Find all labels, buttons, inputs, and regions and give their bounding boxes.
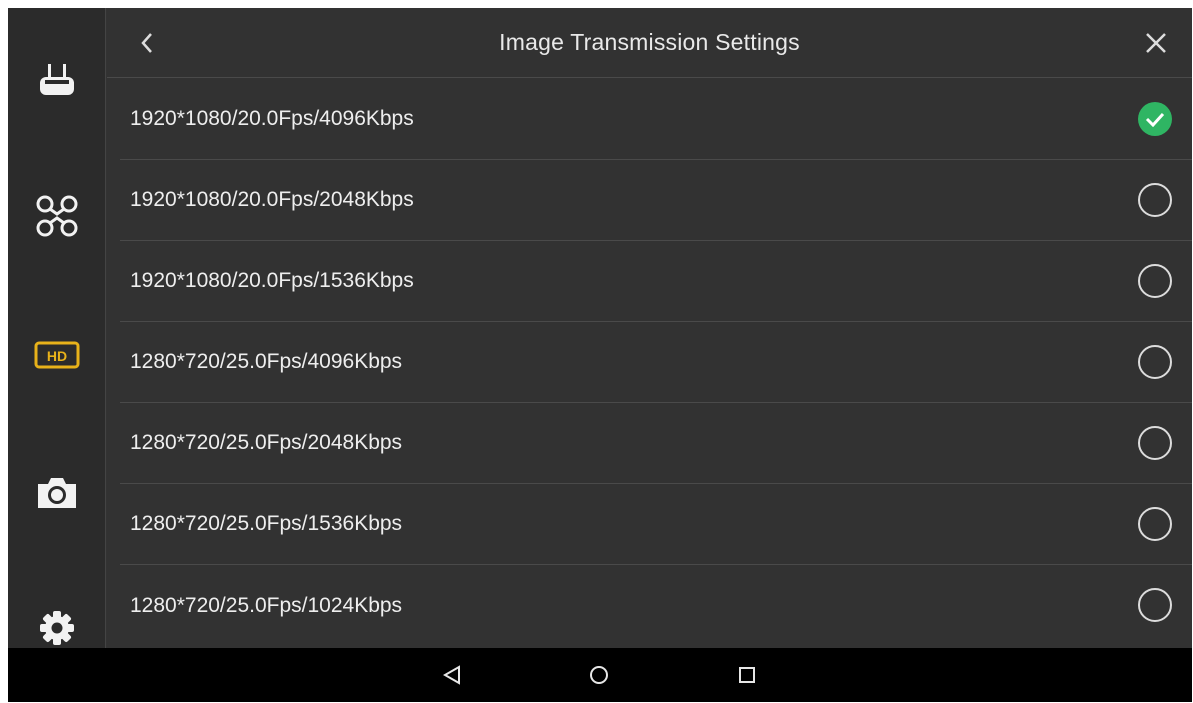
option-row[interactable]: 1280*720/25.0Fps/1536Kbps — [120, 484, 1192, 565]
option-label: 1920*1080/20.0Fps/4096Kbps — [130, 107, 414, 130]
back-triangle-icon — [442, 665, 460, 685]
system-navigation-bar — [8, 648, 1192, 702]
radio-unselected[interactable] — [1138, 183, 1172, 217]
sidebar-item-camera[interactable] — [8, 453, 106, 533]
option-label: 1280*720/25.0Fps/2048Kbps — [130, 431, 403, 454]
settings-panel: Image Transmission Settings 1920*1080/20… — [107, 8, 1192, 648]
close-button[interactable] — [1138, 25, 1174, 61]
option-row[interactable]: 1920*1080/20.0Fps/1536Kbps — [120, 241, 1192, 322]
nav-back-button[interactable] — [434, 658, 470, 692]
radio-unselected[interactable] — [1138, 507, 1172, 541]
radio-unselected[interactable] — [1138, 345, 1172, 379]
option-row[interactable]: 1280*720/25.0Fps/1024Kbps — [120, 565, 1192, 646]
option-row[interactable]: 1920*1080/20.0Fps/2048Kbps — [120, 160, 1192, 241]
option-row[interactable]: 1280*720/25.0Fps/2048Kbps — [120, 403, 1192, 484]
sidebar-item-hd[interactable]: HD — [8, 315, 106, 395]
gear-icon — [40, 611, 74, 645]
checkmark-icon — [1145, 112, 1165, 127]
drone-icon — [36, 195, 78, 237]
sidebar-item-aircraft[interactable] — [8, 176, 106, 256]
resolution-options-list: 1920*1080/20.0Fps/4096Kbps 1920*1080/20.… — [120, 79, 1192, 646]
camera-icon — [38, 478, 76, 508]
nav-recents-button[interactable] — [729, 658, 765, 692]
recents-square-icon — [739, 667, 755, 683]
option-label: 1280*720/25.0Fps/1536Kbps — [130, 512, 403, 535]
page-title: Image Transmission Settings — [499, 29, 800, 55]
radio-unselected[interactable] — [1138, 264, 1172, 298]
remote-controller-icon — [40, 64, 74, 95]
close-icon — [1146, 33, 1166, 53]
option-label: 1280*720/25.0Fps/1024Kbps — [130, 593, 403, 617]
svg-text:HD: HD — [47, 348, 67, 364]
option-row[interactable]: 1280*720/25.0Fps/4096Kbps — [120, 322, 1192, 403]
sidebar: HD — [8, 8, 106, 648]
hd-icon: HD — [34, 341, 80, 369]
nav-home-button[interactable] — [581, 658, 617, 692]
option-label: 1920*1080/20.0Fps/1536Kbps — [130, 269, 414, 292]
option-row[interactable]: 1920*1080/20.0Fps/4096Kbps — [120, 79, 1192, 160]
chevron-left-icon — [141, 33, 152, 53]
option-label: 1920*1080/20.0Fps/2048Kbps — [130, 188, 414, 211]
home-circle-icon — [590, 666, 608, 684]
sidebar-item-remote-controller[interactable] — [8, 40, 106, 120]
panel-header: Image Transmission Settings — [107, 8, 1192, 78]
screen: HD Image Transmission Settings 1920*1080… — [8, 8, 1192, 702]
radio-selected[interactable] — [1138, 102, 1172, 136]
radio-unselected[interactable] — [1138, 426, 1172, 460]
radio-unselected[interactable] — [1138, 588, 1172, 622]
back-button[interactable] — [129, 25, 165, 61]
option-label: 1280*720/25.0Fps/4096Kbps — [130, 350, 403, 373]
